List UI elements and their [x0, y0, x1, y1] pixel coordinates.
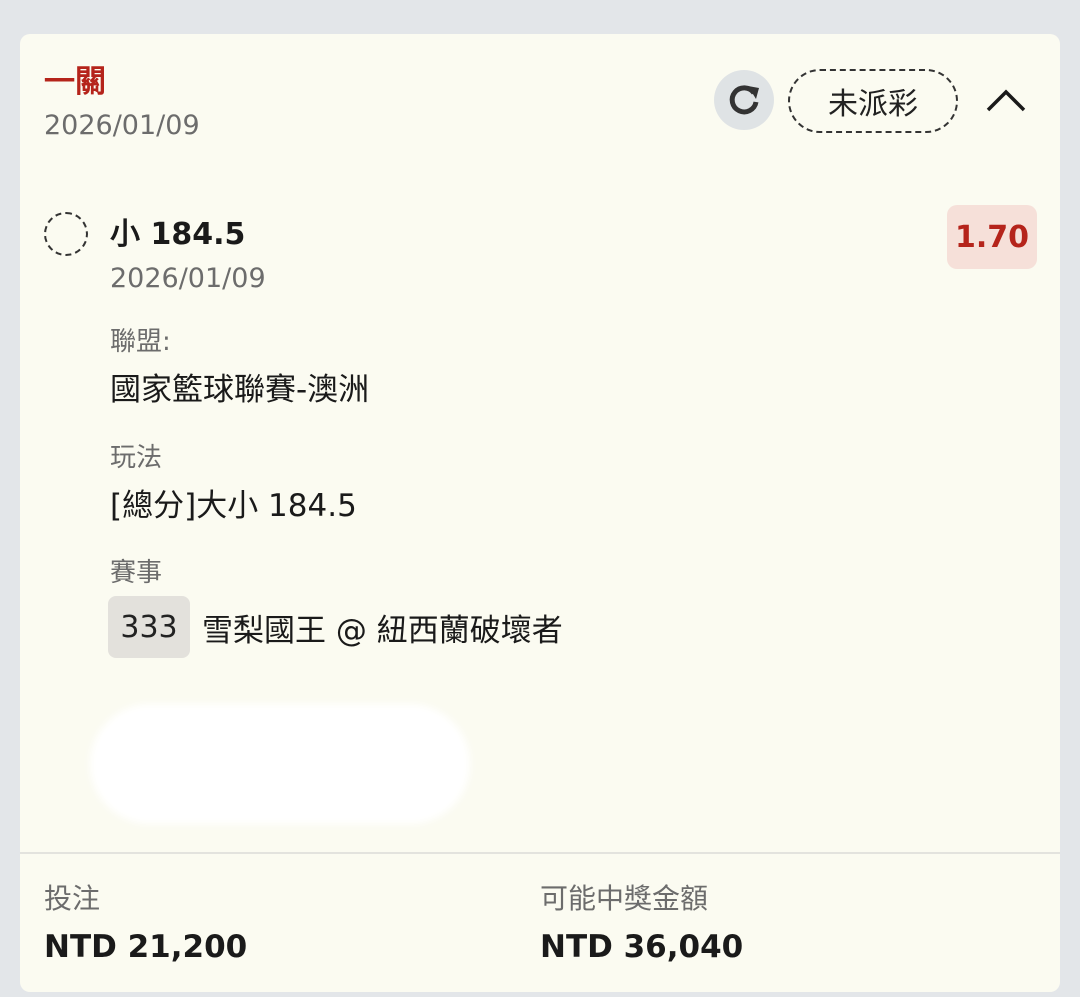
- market-value: [總分]大小 184.5: [110, 488, 357, 524]
- event-label: 賽事: [110, 558, 163, 588]
- divider: [20, 852, 1060, 854]
- payout-label: 可能中獎金額: [540, 882, 709, 915]
- league-label: 聯盟:: [110, 327, 171, 357]
- event-id-badge: 333: [108, 596, 190, 658]
- collapse-button[interactable]: [978, 76, 1034, 126]
- payout-value: NTD 36,040: [540, 929, 744, 965]
- event-name: 雪梨國王 @ 紐西蘭破壞者: [202, 612, 563, 649]
- status-label: 未派彩: [828, 87, 918, 122]
- league-value: 國家籃球聯賽-澳洲: [110, 372, 370, 408]
- event-row: 333 雪梨國王 @ 紐西蘭破壞者: [108, 596, 563, 658]
- bet-card: 一關 2026/01/09 未派彩 小 184.5 2026/01/09 1.7…: [20, 34, 1060, 992]
- stake-value: NTD 21,200: [44, 929, 248, 965]
- redacted-area: [90, 704, 470, 824]
- odds-badge: 1.70: [947, 205, 1037, 269]
- refresh-icon: [729, 85, 759, 115]
- refresh-button[interactable]: [714, 70, 774, 130]
- market-label: 玩法: [110, 443, 163, 473]
- stake-label: 投注: [44, 882, 101, 915]
- selection-date: 2026/01/09: [110, 263, 266, 294]
- bet-date: 2026/01/09: [44, 110, 200, 141]
- chevron-up-icon: [986, 89, 1026, 112]
- bet-type-title: 一關: [44, 64, 106, 100]
- pending-status-icon: [44, 212, 88, 256]
- odds-value: 1.70: [954, 219, 1030, 255]
- status-badge: 未派彩: [788, 69, 958, 133]
- selection-name: 小 184.5: [110, 217, 246, 252]
